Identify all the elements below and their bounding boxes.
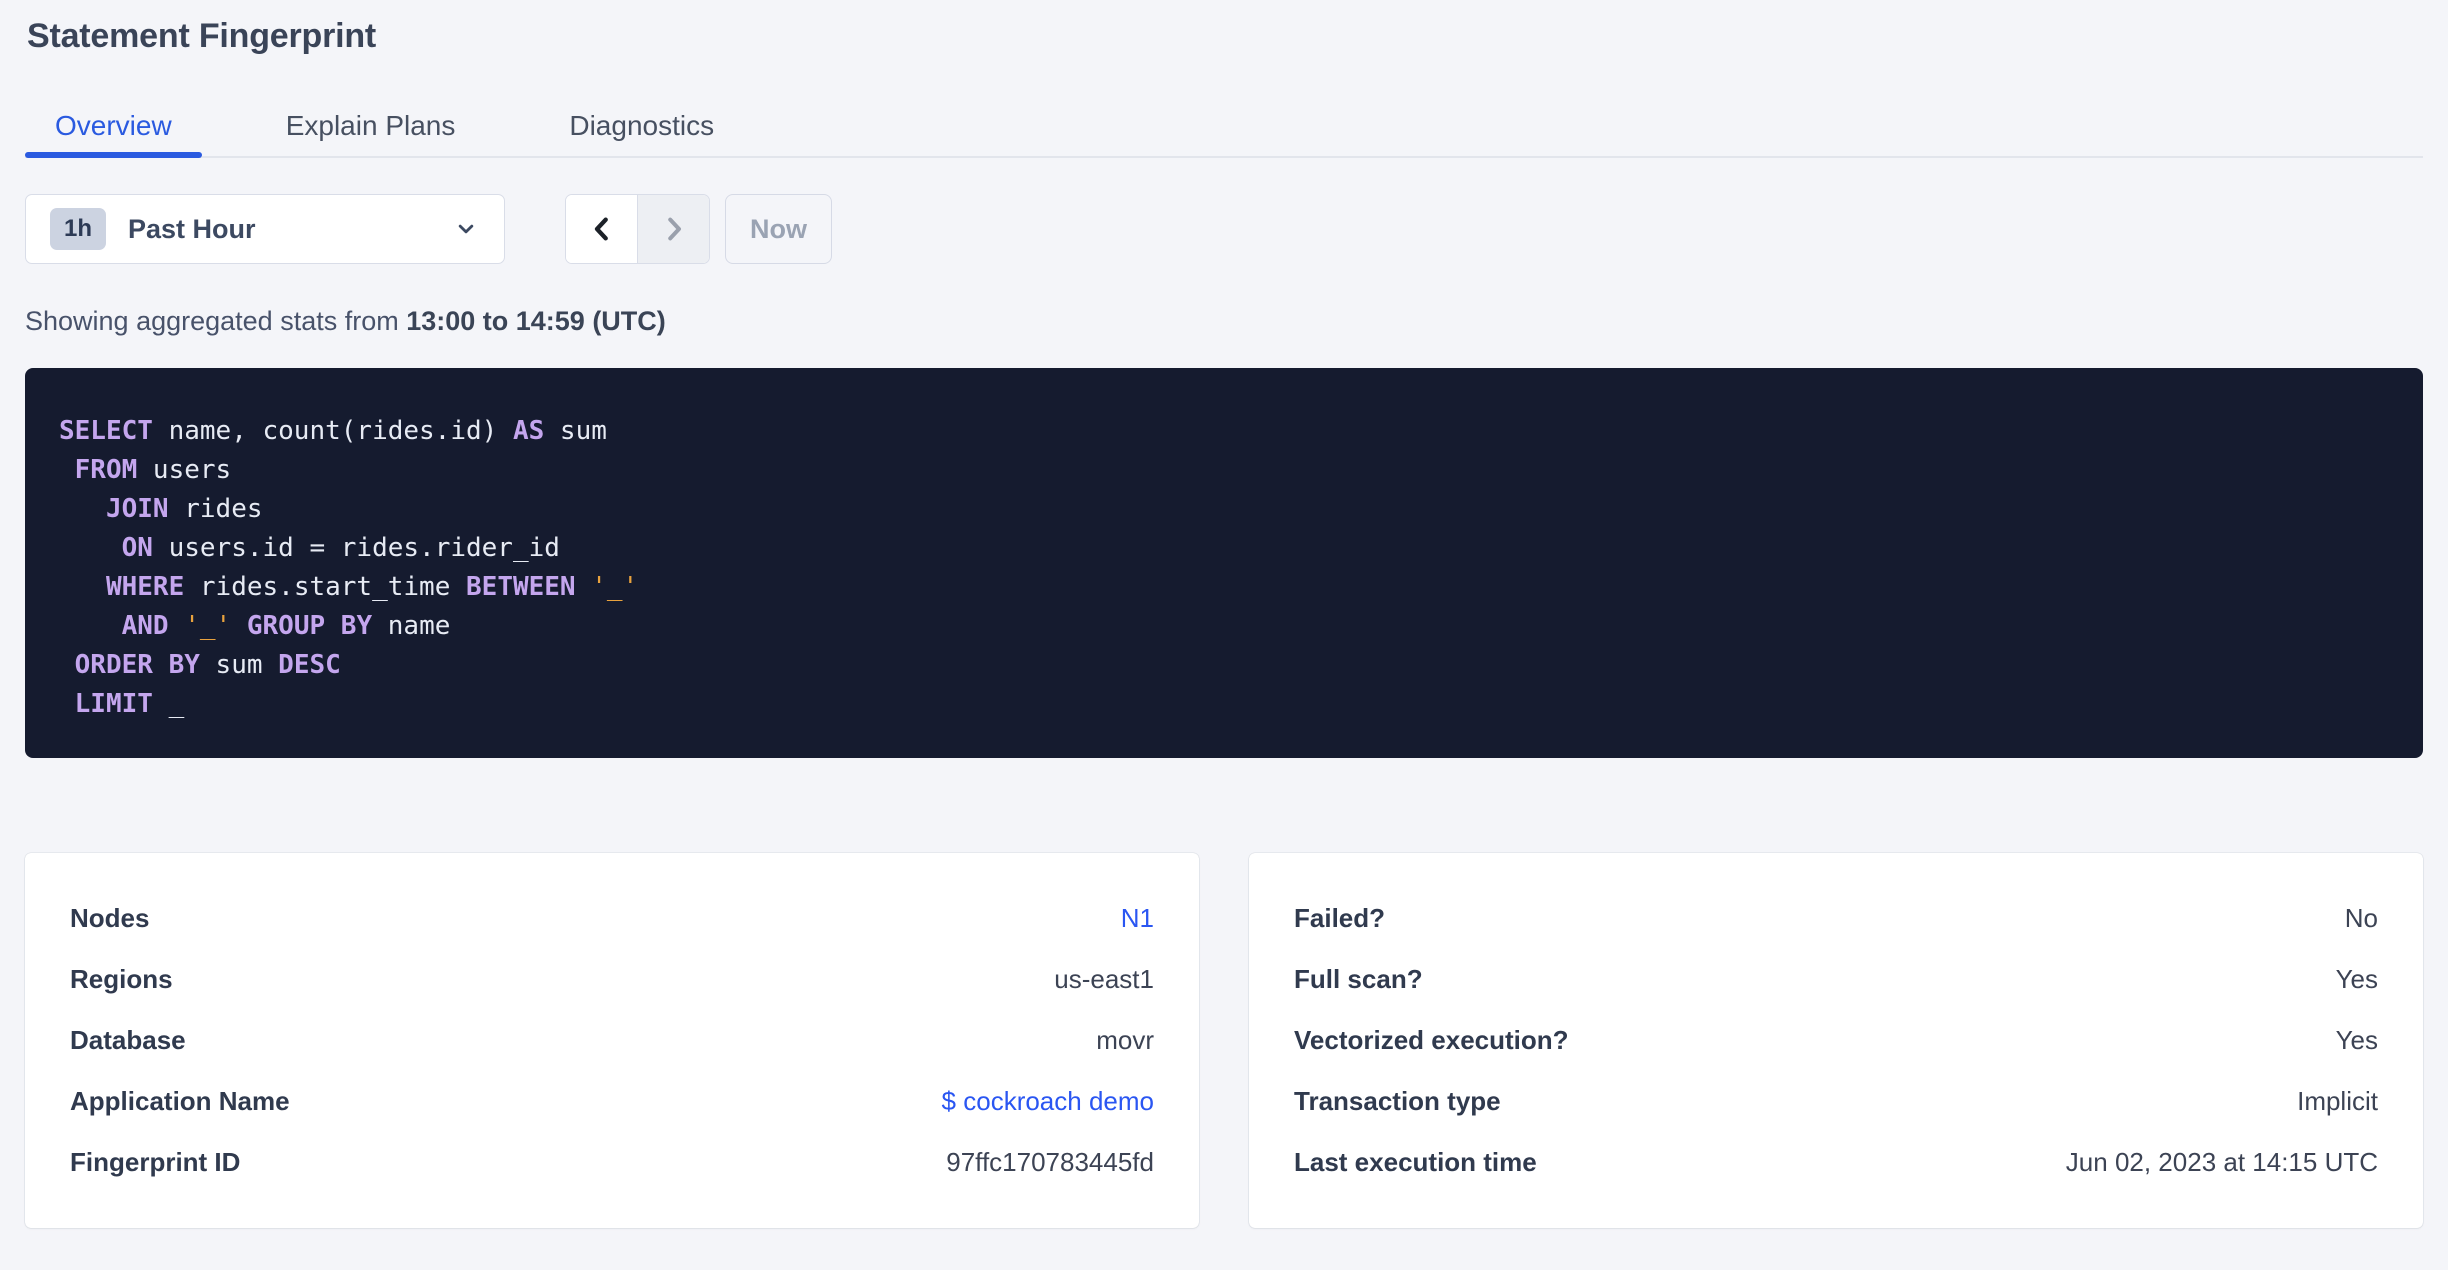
- row-value: Yes: [2335, 1025, 2378, 1055]
- stats-prefix: Showing aggregated stats from: [25, 306, 407, 336]
- sql-token: AND: [121, 611, 169, 641]
- table-row: Fingerprint ID 97ffc170783445fd: [70, 1132, 1154, 1193]
- page-title: Statement Fingerprint: [27, 17, 377, 55]
- sql-token: name: [372, 611, 451, 641]
- sql-token: '_': [184, 611, 232, 641]
- sql-token: '_': [591, 572, 639, 602]
- row-value: Jun 02, 2023 at 14:15 UTC: [2065, 1147, 2378, 1177]
- tab-diagnostics[interactable]: Diagnostics: [539, 96, 744, 156]
- table-row: Application Name $ cockroach demo: [70, 1071, 1154, 1132]
- row-value: No: [2344, 903, 2378, 933]
- sql-token: GROUP BY: [246, 611, 373, 641]
- table-row: Full scan? Yes: [1294, 949, 2378, 1010]
- sql-token: sum: [199, 650, 279, 680]
- table-row: Database movr: [70, 1010, 1154, 1071]
- time-step-buttons: [565, 194, 710, 264]
- row-label: Last execution time: [1294, 1147, 1537, 1177]
- sql-token: users.id = rides.rider_id: [152, 533, 560, 563]
- sql-token: ON: [121, 533, 153, 563]
- aggregated-stats-summary: Showing aggregated stats from 13:00 to 1…: [25, 308, 2423, 335]
- row-value: us-east1: [1054, 964, 1154, 994]
- sql-token: DESC: [278, 650, 341, 680]
- sql-token: name, count(rides.id): [152, 416, 513, 446]
- chevron-right-icon: [659, 212, 689, 246]
- details-cards: Nodes N1 Regions us-east1 Database movr Applic…: [25, 853, 2423, 1228]
- row-label: Failed?: [1294, 903, 1386, 933]
- row-value: movr: [1096, 1025, 1154, 1055]
- table-row: Vectorized execution? Yes: [1294, 1010, 2378, 1071]
- tab-overview[interactable]: Overview: [25, 96, 202, 158]
- sql-token: BETWEEN: [466, 572, 576, 602]
- now-button[interactable]: Now: [725, 194, 832, 264]
- sql-token: sum: [544, 416, 607, 446]
- row-label: Full scan?: [1294, 964, 1423, 994]
- table-row: Regions us-east1: [70, 949, 1154, 1010]
- row-label: Nodes: [70, 903, 150, 933]
- sql-token: rides.start_time: [184, 572, 467, 602]
- sql-token: ORDER BY: [74, 650, 200, 680]
- sql-token: LIMIT: [74, 689, 153, 719]
- chevron-down-icon: [452, 215, 480, 243]
- row-value-link[interactable]: N1: [1121, 903, 1154, 934]
- table-row: Nodes N1: [70, 888, 1154, 949]
- time-range-dropdown[interactable]: 1h Past Hour: [25, 194, 505, 264]
- sql-token: JOIN: [105, 494, 169, 524]
- sql-statement-box: SELECT name, count(rides.id) AS sum FROM…: [25, 368, 2423, 758]
- previous-time-button[interactable]: [566, 195, 637, 263]
- sql-token: SELECT: [59, 416, 153, 446]
- table-row: Transaction type Implicit: [1294, 1071, 2378, 1132]
- next-time-button[interactable]: [637, 195, 709, 263]
- tab-bar: Overview Explain Plans Diagnostics: [25, 96, 2423, 158]
- sql-token: FROM: [74, 455, 138, 485]
- time-range-label: Past Hour: [128, 213, 256, 244]
- statement-details-card: Nodes N1 Regions us-east1 Database movr Applic…: [25, 853, 1199, 1228]
- sql-token: users: [137, 455, 232, 485]
- statement-fingerprint-page: Statement Fingerprint Overview Explain Pl…: [0, 14, 2448, 1228]
- time-controls: 1h Past Hour Now: [25, 194, 2423, 264]
- sql-token: _: [152, 689, 185, 719]
- table-row: Last execution time Jun 02, 2023 at 14:15…: [1294, 1132, 2378, 1193]
- row-value-link[interactable]: $ cockroach demo: [942, 1086, 1154, 1117]
- sql-token: WHERE: [105, 572, 185, 602]
- chevron-left-icon: [587, 212, 617, 246]
- row-label: Transaction type: [1294, 1086, 1501, 1116]
- row-value: 97ffc170783445fd: [946, 1147, 1154, 1177]
- stats-time-range: 13:00 to 14:59 (UTC): [406, 306, 666, 336]
- row-value: Yes: [2335, 964, 2378, 994]
- row-label: Vectorized execution?: [1294, 1025, 1569, 1055]
- row-label: Regions: [70, 964, 173, 994]
- row-label: Fingerprint ID: [70, 1147, 241, 1177]
- tab-explain-plans[interactable]: Explain Plans: [256, 96, 486, 156]
- sql-token: rides: [168, 494, 263, 524]
- execution-attributes-card: Failed? No Full scan? Yes Vectorized executi…: [1249, 853, 2423, 1228]
- row-value: Implicit: [2297, 1086, 2378, 1116]
- row-label: Application Name: [70, 1086, 290, 1116]
- row-label: Database: [70, 1025, 186, 1055]
- sql-token: AS: [512, 416, 545, 446]
- time-range-badge: 1h: [50, 208, 107, 250]
- table-row: Failed? No: [1294, 888, 2378, 949]
